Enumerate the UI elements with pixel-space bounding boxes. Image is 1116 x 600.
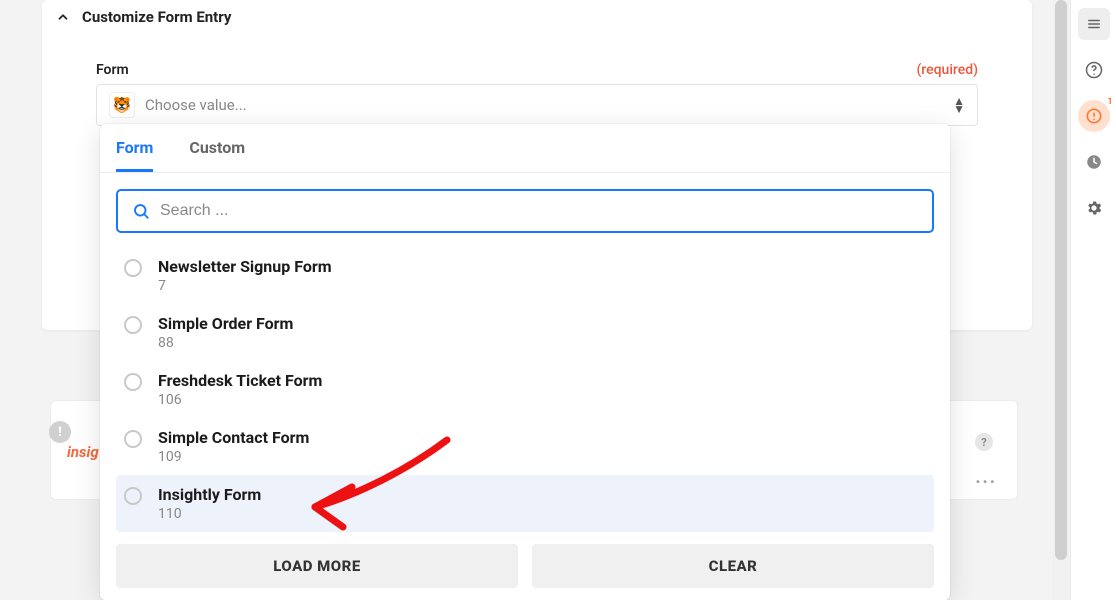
clock-icon[interactable] (1078, 146, 1110, 178)
radio-icon (124, 316, 142, 334)
option-freshdesk[interactable]: Freshdesk Ticket Form 106 (116, 361, 934, 418)
tab-form[interactable]: Form (116, 138, 153, 172)
dropdown-options: Newsletter Signup Form 7 Simple Order Fo… (100, 243, 950, 544)
settings-icon[interactable] (1078, 192, 1110, 224)
menu-icon[interactable] (1078, 8, 1110, 40)
radio-icon (124, 373, 142, 391)
option-label: Simple Contact Form (158, 428, 309, 447)
option-id: 88 (158, 335, 293, 351)
option-label: Freshdesk Ticket Form (158, 371, 322, 390)
field-label-row: Form (required) (42, 26, 1032, 84)
radio-icon (124, 259, 142, 277)
load-more-button[interactable]: LOAD MORE (116, 544, 518, 588)
option-newsletter[interactable]: Newsletter Signup Form 7 (116, 247, 934, 304)
alert-icon[interactable]: 1 (1078, 100, 1110, 132)
option-label: Newsletter Signup Form (158, 257, 332, 276)
scrollbar-thumb[interactable] (1055, 0, 1067, 560)
form-field-label: Form (96, 62, 129, 78)
clear-button[interactable]: CLEAR (532, 544, 934, 588)
customize-section-header[interactable]: Customize Form Entry (42, 0, 1032, 26)
option-id: 7 (158, 278, 332, 294)
dropdown-search[interactable] (116, 189, 934, 233)
option-label: Simple Order Form (158, 314, 293, 333)
scrollbar-track[interactable] (1052, 0, 1070, 600)
app-icon: 🐯 (109, 92, 135, 118)
section-title: Customize Form Entry (82, 8, 231, 26)
search-icon (132, 202, 150, 220)
option-label: Insightly Form (158, 485, 261, 504)
more-menu[interactable]: ... (975, 467, 997, 488)
dropdown-tabs: Form Custom (100, 124, 950, 173)
alert-badge: 1 (1107, 97, 1112, 107)
select-arrows-icon: ▲▼ (953, 97, 965, 113)
required-indicator: (required) (916, 62, 978, 78)
chevron-up-icon (56, 10, 70, 24)
brand-logo: insig (67, 443, 99, 461)
form-select-placeholder: Choose value... (145, 96, 247, 114)
help-icon[interactable] (1078, 54, 1110, 86)
option-insightly[interactable]: Insightly Form 110 (116, 475, 934, 532)
option-simple-order[interactable]: Simple Order Form 88 (116, 304, 934, 361)
search-input[interactable] (160, 202, 918, 220)
option-id: 106 (158, 392, 322, 408)
side-rail: 1 (1070, 0, 1116, 600)
warning-icon: ! (49, 421, 71, 443)
form-dropdown-popover: Form Custom Newsletter Signup Form 7 Sim… (100, 124, 950, 600)
radio-icon (124, 430, 142, 448)
radio-icon (124, 487, 142, 505)
form-select[interactable]: 🐯 Choose value... ▲▼ (96, 84, 978, 126)
option-id: 109 (158, 449, 309, 465)
dropdown-button-row: LOAD MORE CLEAR (100, 544, 950, 588)
option-id: 110 (158, 506, 261, 522)
tab-custom[interactable]: Custom (189, 138, 245, 172)
help-icon[interactable]: ? (975, 433, 993, 451)
option-simple-contact[interactable]: Simple Contact Form 109 (116, 418, 934, 475)
